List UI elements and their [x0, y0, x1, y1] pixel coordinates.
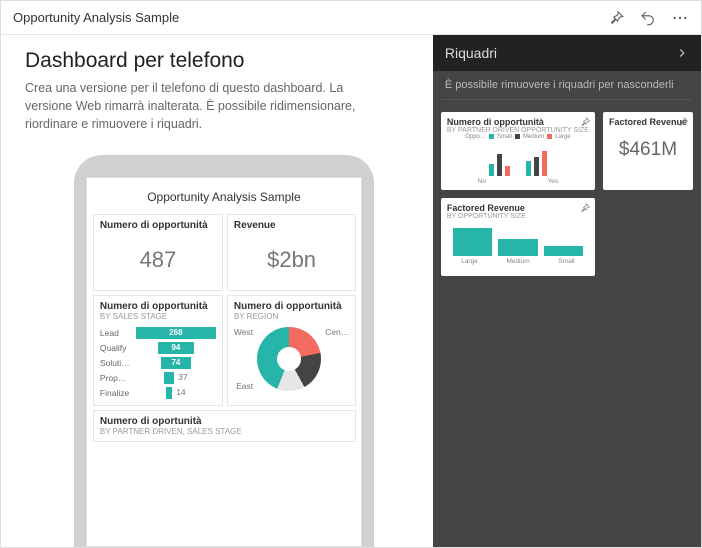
funnel-chart: Lead268 Qualify94 Soluti…74 Prop…37 Fina…: [100, 325, 216, 400]
page-title: Opportunity Analysis Sample: [13, 10, 607, 25]
bar-chart: [449, 146, 587, 176]
bar-chart: [453, 226, 583, 256]
pin-icon[interactable]: [677, 116, 689, 128]
pane-description: Crea una versione per il telefono di que…: [25, 79, 385, 133]
pane-title: Dashboard per telefono: [25, 49, 423, 73]
tile-cards: Numero di opportunità BY PARTNER DRIVEN …: [433, 104, 701, 284]
tile-title: Numero di opportunità: [234, 301, 349, 312]
phone-frame: Opportunity Analysis Sample Numero di op…: [74, 155, 374, 547]
phone-preview-stage: Opportunity Analysis Sample Numero di op…: [25, 149, 423, 547]
phone-dashboard-title: Opportunity Analysis Sample: [93, 186, 355, 214]
card-title: Factored Revenue: [447, 203, 589, 213]
card-title: Factored Revenue: [609, 117, 687, 127]
donut-icon: [257, 327, 321, 391]
chart-legend: Oppo… Small Medium Large: [447, 134, 589, 140]
topbar-actions: [607, 9, 689, 27]
right-panel-header[interactable]: Riquadri: [433, 35, 701, 71]
tile-subtitle: BY REGION: [234, 312, 349, 321]
pin-icon[interactable]: [579, 116, 591, 128]
tile-opportunity-by-stage[interactable]: Numero di opportunità BY SALES STAGE Lea…: [93, 295, 223, 406]
pie-chart: West East Cen…: [234, 321, 349, 397]
x-axis-labels: No Yes: [447, 178, 589, 185]
right-panel-subtitle: È possibile rimuovere i riquadri per nas…: [433, 71, 701, 95]
phone-screen[interactable]: Opportunity Analysis Sample Numero di op…: [86, 177, 362, 547]
x-axis-labels: Large Medium Small: [447, 258, 589, 265]
right-panel-title: Riquadri: [445, 45, 675, 61]
topbar: Opportunity Analysis Sample: [1, 1, 701, 35]
right-pane: Riquadri È possibile rimuovere i riquadr…: [433, 35, 701, 547]
card-factored-revenue[interactable]: Factored Revenue $461M: [603, 112, 693, 190]
tile-opportunity-partner[interactable]: Numero di oportunità BY PARTNER DRIVEN, …: [93, 410, 356, 442]
tile-title: Numero di opportunità: [100, 301, 216, 312]
divider: [441, 99, 693, 100]
chevron-right-icon: [675, 46, 689, 60]
tile-title: Numero di opportunità: [100, 220, 216, 231]
undo-icon[interactable]: [639, 9, 657, 27]
tile-subtitle: BY SALES STAGE: [100, 312, 216, 321]
card-value: $461M: [609, 127, 687, 161]
more-icon[interactable]: [671, 9, 689, 27]
card-opportunity-partner[interactable]: Numero di opportunità BY PARTNER DRIVEN …: [441, 112, 595, 190]
tile-value: 487: [100, 231, 216, 285]
tile-value: $2bn: [234, 231, 349, 285]
card-subtitle: BY OPPORTUNITY SIZE: [447, 213, 589, 220]
card-title: Numero di opportunità: [447, 117, 589, 127]
left-pane: Dashboard per telefono Crea una versione…: [1, 35, 433, 547]
card-factored-revenue-size[interactable]: Factored Revenue BY OPPORTUNITY SIZE Lar…: [441, 198, 595, 276]
pin-icon[interactable]: [607, 9, 625, 27]
card-subtitle: BY PARTNER DRIVEN OPPORTUNITY SIZE: [447, 127, 589, 134]
tile-opportunity-count[interactable]: Numero di opportunità 487: [93, 214, 223, 291]
tile-opportunity-by-region[interactable]: Numero di opportunità BY REGION West Eas…: [227, 295, 356, 406]
tile-subtitle: BY PARTNER DRIVEN, SALES STAGE: [100, 427, 349, 436]
pin-icon[interactable]: [579, 202, 591, 214]
tile-revenue[interactable]: Revenue $2bn: [227, 214, 356, 291]
tile-title: Numero di oportunità: [100, 416, 349, 427]
tile-title: Revenue: [234, 220, 349, 231]
